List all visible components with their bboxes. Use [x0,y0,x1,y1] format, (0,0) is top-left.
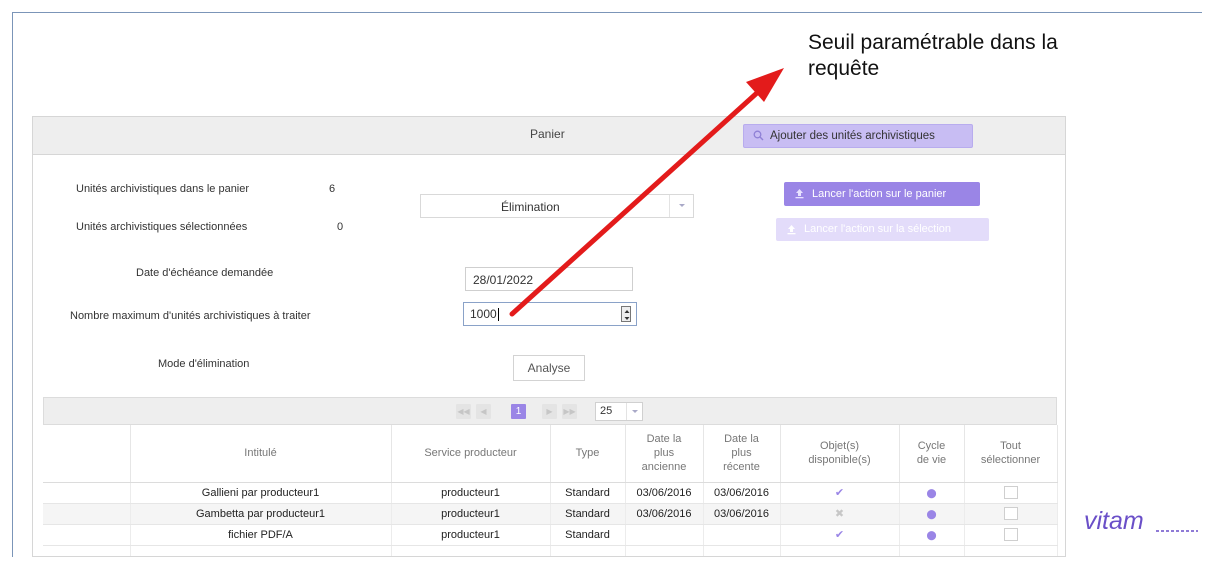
vitam-logo: vitam [1084,507,1198,535]
annotation-arrow [509,68,784,317]
vitam-logo-text: vitam [1084,507,1144,535]
